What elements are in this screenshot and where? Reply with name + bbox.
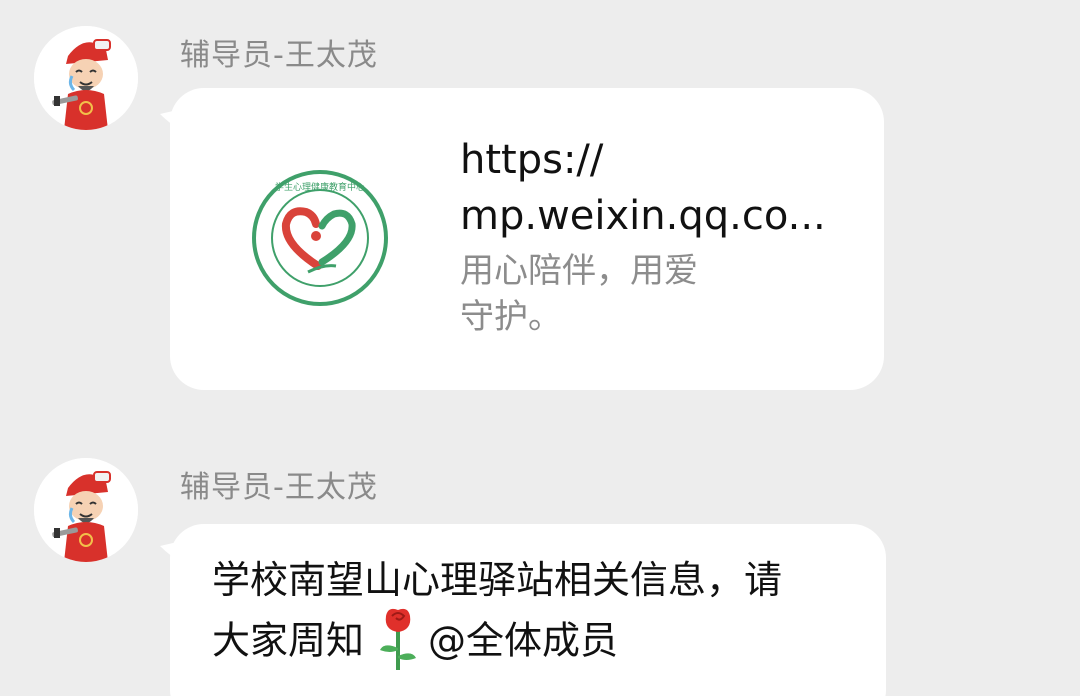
chat-view: 辅导员-王太茂 学生心理健康教育中心 https:// mp.weixin.qq…	[0, 0, 1080, 696]
link-card-desc-line1: 用心陪伴，用爱	[460, 251, 698, 291]
bubble-tail	[160, 540, 186, 566]
link-card-description: 用心陪伴，用爱 守护。	[460, 248, 760, 340]
mention-all-members[interactable]: @全体成员	[428, 619, 618, 663]
sender-name: 辅导员-王太茂	[180, 470, 378, 505]
rose-icon	[380, 608, 417, 670]
message-row: 辅导员-王太茂 学校南望山心理驿站相关信息，请 大家周知 @全体成员	[0, 458, 1080, 696]
sender-avatar[interactable]	[34, 26, 138, 130]
link-card-desc-line2: 守护。	[460, 297, 562, 337]
cartoon-avatar-icon	[34, 458, 138, 562]
message-text: 学校南望山心理驿站相关信息，请 大家周知 @全体成员	[212, 550, 872, 676]
sender-name: 辅导员-王太茂	[180, 38, 378, 73]
psychology-center-logo-icon: 学生心理健康教育中心	[252, 170, 388, 306]
message-text-line2-pre: 大家周知	[212, 618, 365, 663]
message-text-line1: 学校南望山心理驿站相关信息，请	[212, 558, 783, 602]
link-card-url-line1: https://	[460, 137, 604, 183]
link-card-thumbnail: 学生心理健康教育中心	[250, 168, 390, 312]
link-card-bubble[interactable]: 学生心理健康教育中心 https:// mp.weixin.qq.co... 用…	[160, 88, 884, 390]
message-row: 辅导员-王太茂 学生心理健康教育中心 https:// mp.weixin.qq…	[0, 26, 1080, 396]
link-card-url[interactable]: https:// mp.weixin.qq.co...	[460, 132, 840, 244]
text-message-bubble[interactable]: 学校南望山心理驿站相关信息，请 大家周知 @全体成员	[160, 524, 886, 696]
message-text-line2: 大家周知 @全体成员	[212, 608, 872, 676]
logo-text: 学生心理健康教育中心	[275, 181, 365, 193]
bubble-tail	[160, 108, 186, 134]
sender-avatar[interactable]	[34, 458, 138, 562]
cartoon-avatar-icon	[34, 26, 138, 130]
link-card-url-line2: mp.weixin.qq.co...	[460, 193, 826, 239]
